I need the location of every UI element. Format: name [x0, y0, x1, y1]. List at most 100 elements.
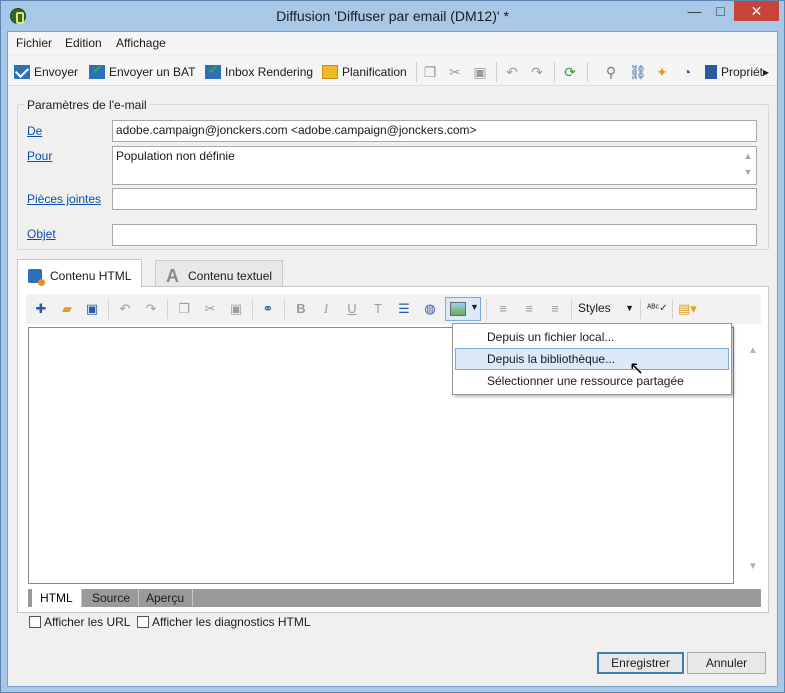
attachment-icon[interactable]: ⚲ [604, 65, 618, 79]
show-urls-label: Afficher les URL [44, 615, 131, 629]
properties-button[interactable]: Propriét▸ [705, 63, 769, 81]
editor-toolbar: ✚ ▰ ▣ ↶ ↷ ❐ ✂ ▣ ⚭ B I U T ☰ ◍ ▼ ≡ ≡ ≡ St… [26, 294, 761, 324]
clear-format-button[interactable]: T [369, 301, 387, 317]
inbox-rendering-icon [205, 62, 221, 79]
copy-icon[interactable]: ❐ [423, 65, 437, 79]
send-bat-icon [89, 62, 105, 79]
menu-item-local-file[interactable]: Depuis un fichier local... [455, 326, 729, 348]
show-diagnostics-label: Afficher les diagnostics HTML [152, 615, 311, 629]
tab-text-content[interactable]: A Contenu textuel [155, 260, 284, 287]
show-diagnostics-checkbox[interactable]: Afficher les diagnostics HTML [137, 615, 311, 629]
refresh-icon[interactable]: ⟳ [563, 65, 577, 79]
editor-separator [486, 299, 487, 319]
gift-icon[interactable]: ✦ [655, 65, 669, 79]
window: Diffusion 'Diffuser par email (DM12)' * … [0, 0, 785, 693]
personalization-icon[interactable]: ▤▾ [678, 301, 697, 317]
inbox-rendering-label: Inbox Rendering [225, 65, 314, 79]
menu-fichier[interactable]: Fichier [16, 36, 52, 50]
send-label: Envoyer [34, 65, 79, 79]
checkbox-box[interactable] [137, 616, 149, 628]
spellcheck-icon[interactable]: ᴬᴮᶜ✓ [647, 301, 668, 317]
toolbar-separator [416, 62, 417, 82]
list-icon[interactable]: ☰ [395, 301, 413, 317]
html-content-icon [28, 268, 45, 286]
tracking-icon[interactable]: ◔ [680, 65, 694, 79]
paste-icon[interactable]: ▣ [227, 301, 245, 317]
send-bat-label: Envoyer un BAT [109, 65, 196, 79]
menu-item-shared-resource[interactable]: Sélectionner une ressource partagée [455, 370, 729, 392]
link-icon[interactable]: ◍ [421, 301, 439, 317]
close-button[interactable]: ✕ [734, 1, 779, 21]
editor-separator [571, 299, 572, 319]
subject-field[interactable] [112, 224, 757, 246]
editor-separator [640, 299, 641, 319]
to-value: Population non définie [116, 149, 235, 163]
toolbar-separator [554, 62, 555, 82]
paste-icon[interactable]: ▣ [473, 65, 487, 79]
tab-html[interactable]: HTML [32, 589, 82, 607]
mouse-cursor-icon: ↖ [629, 358, 645, 378]
editor-separator [108, 299, 109, 319]
send-icon [14, 65, 30, 79]
align-right-icon[interactable]: ≡ [546, 301, 564, 317]
editor-scrollbar[interactable]: ▲ ▼ [746, 327, 760, 584]
cut-icon[interactable]: ✂ [201, 301, 219, 317]
italic-button[interactable]: I [317, 301, 335, 317]
align-center-icon[interactable]: ≡ [520, 301, 538, 317]
to-field[interactable]: Population non définie ▲ ▼ [112, 146, 757, 185]
maximize-button[interactable]: □ [707, 1, 734, 21]
title-bar: Diffusion 'Diffuser par email (DM12)' * … [1, 1, 784, 31]
send-button[interactable]: Envoyer [14, 63, 78, 81]
tab-html-content[interactable]: Contenu HTML [17, 259, 143, 287]
menu-affichage[interactable]: Affichage [116, 36, 166, 50]
image-icon [450, 302, 466, 316]
copy-icon[interactable]: ❐ [175, 301, 193, 317]
dropdown-arrow-icon: ▼ [470, 302, 479, 312]
inbox-rendering-button[interactable]: Inbox Rendering [205, 62, 314, 81]
minimize-button[interactable]: — [681, 1, 708, 21]
planification-label: Planification [342, 65, 407, 79]
from-label[interactable]: De [27, 124, 42, 138]
clipboard-icon [705, 65, 717, 79]
link-icon[interactable]: ⛓ [629, 65, 647, 79]
find-icon[interactable]: ⚭ [259, 301, 277, 317]
tab-text-label: Contenu textuel [188, 269, 273, 283]
editor-separator [672, 299, 673, 319]
tab-apercu[interactable]: Aperçu [138, 589, 194, 607]
email-params-legend: Paramètres de l'e-mail [24, 98, 150, 112]
styles-label: Styles [578, 301, 611, 315]
show-urls-checkbox[interactable]: Afficher les URL [29, 615, 130, 629]
view-mode-tabs: HTML Source Aperçu [28, 589, 761, 607]
subject-label[interactable]: Objet [27, 227, 56, 241]
undo-icon[interactable]: ↶ [505, 65, 519, 79]
scroll-up-icon[interactable]: ▲ [746, 345, 760, 356]
insert-image-button[interactable]: ▼ [445, 297, 481, 321]
undo-icon[interactable]: ↶ [116, 301, 134, 317]
align-left-icon[interactable]: ≡ [494, 301, 512, 317]
open-folder-icon[interactable]: ▰ [58, 301, 76, 317]
properties-label: Propriét▸ [721, 65, 770, 79]
underline-button[interactable]: U [343, 301, 361, 317]
from-field[interactable]: adobe.campaign@jonckers.com <adobe.campa… [112, 120, 757, 142]
to-field-scrollbar[interactable]: ▲ ▼ [741, 148, 755, 183]
send-bat-button[interactable]: Envoyer un BAT [89, 62, 196, 81]
attachments-label[interactable]: Pièces jointes [27, 192, 101, 206]
redo-icon[interactable]: ↷ [530, 65, 544, 79]
save-icon[interactable]: ▣ [83, 301, 101, 317]
cut-icon[interactable]: ✂ [448, 65, 462, 79]
tab-source[interactable]: Source [84, 589, 140, 607]
redo-icon[interactable]: ↷ [142, 301, 160, 317]
bold-button[interactable]: B [292, 301, 310, 317]
menu-item-library[interactable]: Depuis la bibliothèque... [455, 348, 729, 370]
styles-select[interactable]: Styles ▼ [574, 298, 636, 320]
menu-edition[interactable]: Edition [65, 36, 102, 50]
planification-button[interactable]: Planification [322, 63, 407, 81]
checkbox-box[interactable] [29, 616, 41, 628]
new-document-icon[interactable]: ✚ [32, 301, 50, 317]
text-content-icon: A [166, 265, 179, 286]
to-label[interactable]: Pour [27, 149, 52, 163]
cancel-button[interactable]: Annuler [687, 652, 766, 674]
save-button[interactable]: Enregistrer [597, 652, 684, 674]
attachments-field[interactable] [112, 188, 757, 210]
scroll-down-icon[interactable]: ▼ [746, 561, 760, 572]
